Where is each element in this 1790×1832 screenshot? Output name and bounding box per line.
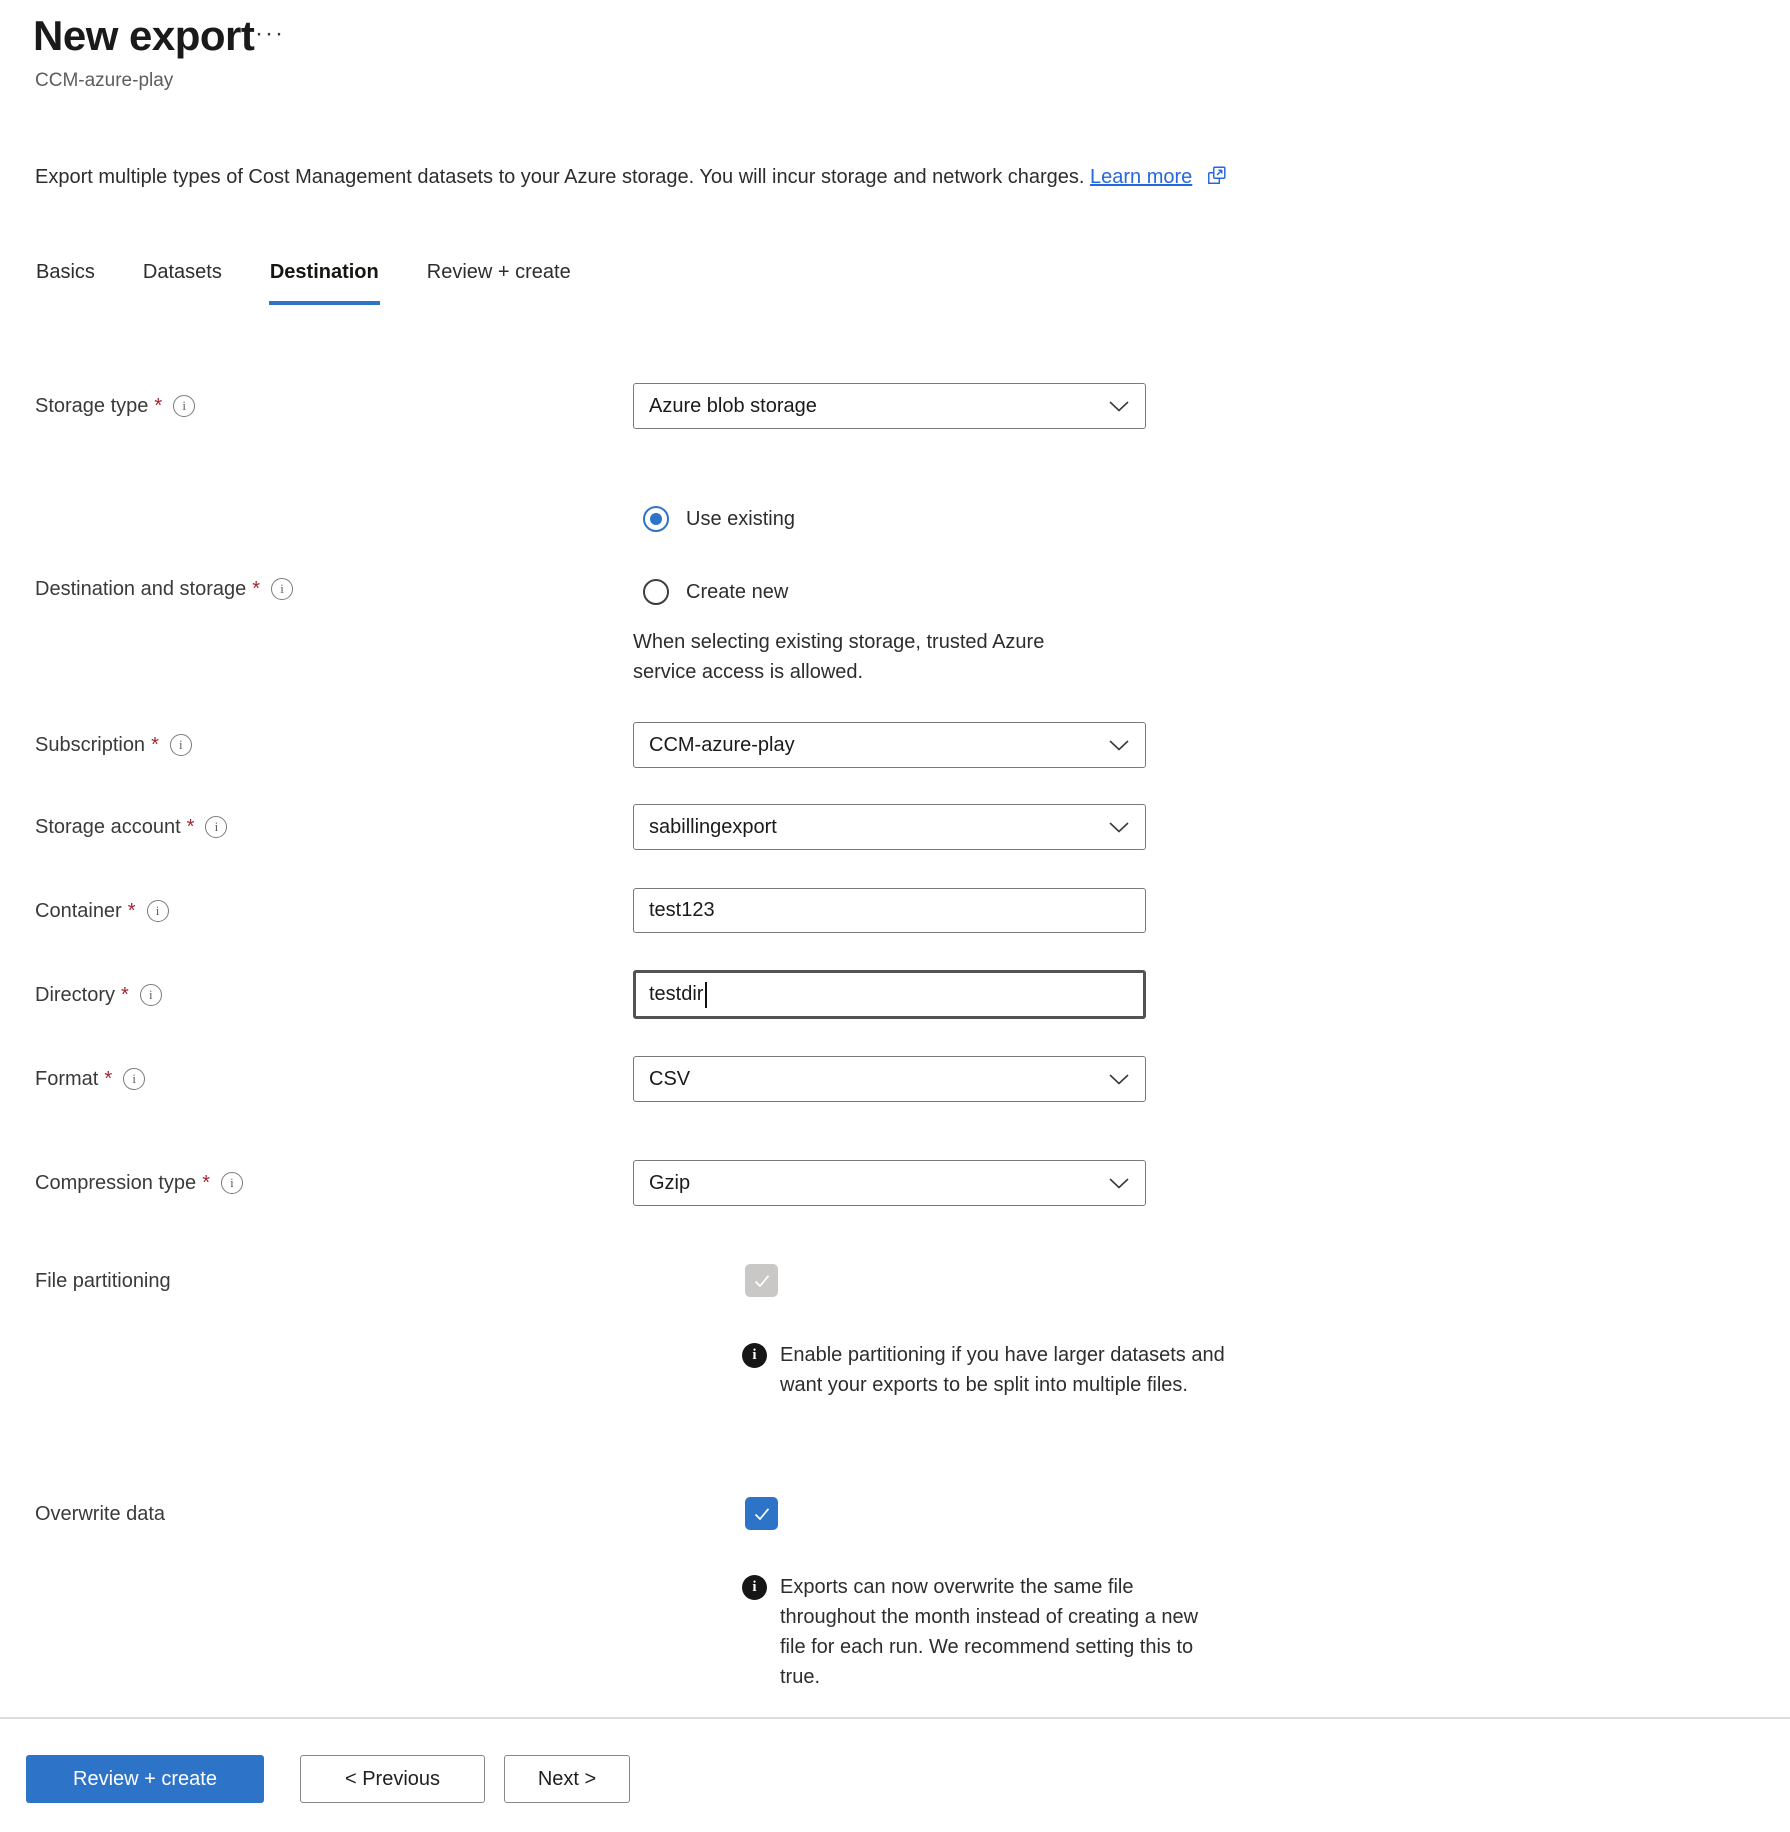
file-partitioning-checkbox bbox=[745, 1264, 778, 1297]
wizard-tabs: Basics Datasets Destination Review + cre… bbox=[35, 259, 572, 305]
existing-storage-helper-text: When selecting existing storage, trusted… bbox=[633, 627, 1093, 687]
chevron-down-icon bbox=[1109, 1074, 1129, 1085]
info-icon[interactable]: i bbox=[271, 578, 293, 600]
file-partitioning-info-text: Enable partitioning if you have larger d… bbox=[780, 1340, 1240, 1400]
compression-type-label: Compression type * i bbox=[35, 1170, 243, 1196]
chevron-down-icon bbox=[1109, 740, 1129, 751]
info-filled-icon: i bbox=[742, 1575, 767, 1600]
footer-divider bbox=[0, 1717, 1790, 1719]
external-link-icon bbox=[1206, 164, 1228, 192]
radio-use-existing[interactable]: Use existing bbox=[643, 506, 795, 532]
tab-datasets[interactable]: Datasets bbox=[142, 259, 223, 305]
file-partitioning-label: File partitioning bbox=[35, 1268, 171, 1294]
directory-label: Directory * i bbox=[35, 982, 162, 1008]
storage-type-label: Storage type * i bbox=[35, 393, 195, 419]
new-export-page: New export ··· CCM-azure-play Export mul… bbox=[0, 0, 1790, 1832]
subscription-label: Subscription * i bbox=[35, 732, 192, 758]
storage-account-dropdown[interactable]: sabillingexport bbox=[633, 804, 1146, 850]
next-button[interactable]: Next > bbox=[504, 1755, 630, 1803]
format-label: Format * i bbox=[35, 1066, 145, 1092]
chevron-down-icon bbox=[1109, 401, 1129, 412]
required-asterisk: * bbox=[121, 984, 129, 1007]
container-input[interactable]: test123 bbox=[633, 888, 1146, 933]
storage-account-label: Storage account * i bbox=[35, 814, 227, 840]
info-icon[interactable]: i bbox=[173, 395, 195, 417]
overwrite-data-info-note: i Exports can now overwrite the same fil… bbox=[742, 1572, 1205, 1692]
review-create-button[interactable]: Review + create bbox=[26, 1755, 264, 1803]
page-subtitle: CCM-azure-play bbox=[35, 70, 173, 92]
overwrite-data-label: Overwrite data bbox=[35, 1501, 165, 1527]
info-filled-icon: i bbox=[742, 1343, 767, 1368]
checkmark-icon bbox=[753, 1506, 771, 1522]
required-asterisk: * bbox=[202, 1172, 210, 1195]
description-text: Export multiple types of Cost Management… bbox=[35, 166, 1084, 188]
container-label: Container * i bbox=[35, 898, 169, 924]
radio-selected-icon bbox=[643, 506, 669, 532]
page-description: Export multiple types of Cost Management… bbox=[35, 164, 1228, 192]
info-icon[interactable]: i bbox=[123, 1068, 145, 1090]
info-icon[interactable]: i bbox=[221, 1172, 243, 1194]
file-partitioning-info-note: i Enable partitioning if you have larger… bbox=[742, 1340, 1240, 1400]
tab-basics[interactable]: Basics bbox=[35, 259, 96, 305]
required-asterisk: * bbox=[187, 816, 195, 839]
destination-storage-label: Destination and storage * i bbox=[35, 576, 293, 602]
required-asterisk: * bbox=[154, 395, 162, 418]
overwrite-data-info-text: Exports can now overwrite the same file … bbox=[780, 1572, 1205, 1692]
compression-type-dropdown[interactable]: Gzip bbox=[633, 1160, 1146, 1206]
previous-button[interactable]: < Previous bbox=[300, 1755, 485, 1803]
radio-use-existing-label: Use existing bbox=[686, 508, 795, 531]
directory-input[interactable]: testdir bbox=[633, 970, 1146, 1019]
required-asterisk: * bbox=[252, 578, 260, 601]
chevron-down-icon bbox=[1109, 822, 1129, 833]
storage-type-dropdown[interactable]: Azure blob storage bbox=[633, 383, 1146, 429]
info-icon[interactable]: i bbox=[140, 984, 162, 1006]
page-title: New export bbox=[33, 12, 254, 60]
subscription-dropdown[interactable]: CCM-azure-play bbox=[633, 722, 1146, 768]
learn-more-link[interactable]: Learn more bbox=[1090, 166, 1192, 188]
radio-unselected-icon bbox=[643, 579, 669, 605]
checkmark-icon bbox=[753, 1273, 771, 1289]
radio-create-new[interactable]: Create new bbox=[643, 579, 788, 605]
info-icon[interactable]: i bbox=[170, 734, 192, 756]
info-icon[interactable]: i bbox=[147, 900, 169, 922]
tab-review-create[interactable]: Review + create bbox=[426, 259, 572, 305]
chevron-down-icon bbox=[1109, 1178, 1129, 1189]
info-icon[interactable]: i bbox=[205, 816, 227, 838]
radio-create-new-label: Create new bbox=[686, 581, 788, 604]
tab-destination[interactable]: Destination bbox=[269, 259, 380, 305]
more-options-icon[interactable]: ··· bbox=[255, 20, 285, 48]
required-asterisk: * bbox=[151, 734, 159, 757]
overwrite-data-checkbox[interactable] bbox=[745, 1497, 778, 1530]
required-asterisk: * bbox=[104, 1068, 112, 1091]
format-dropdown[interactable]: CSV bbox=[633, 1056, 1146, 1102]
required-asterisk: * bbox=[128, 900, 136, 923]
text-cursor bbox=[705, 982, 707, 1008]
